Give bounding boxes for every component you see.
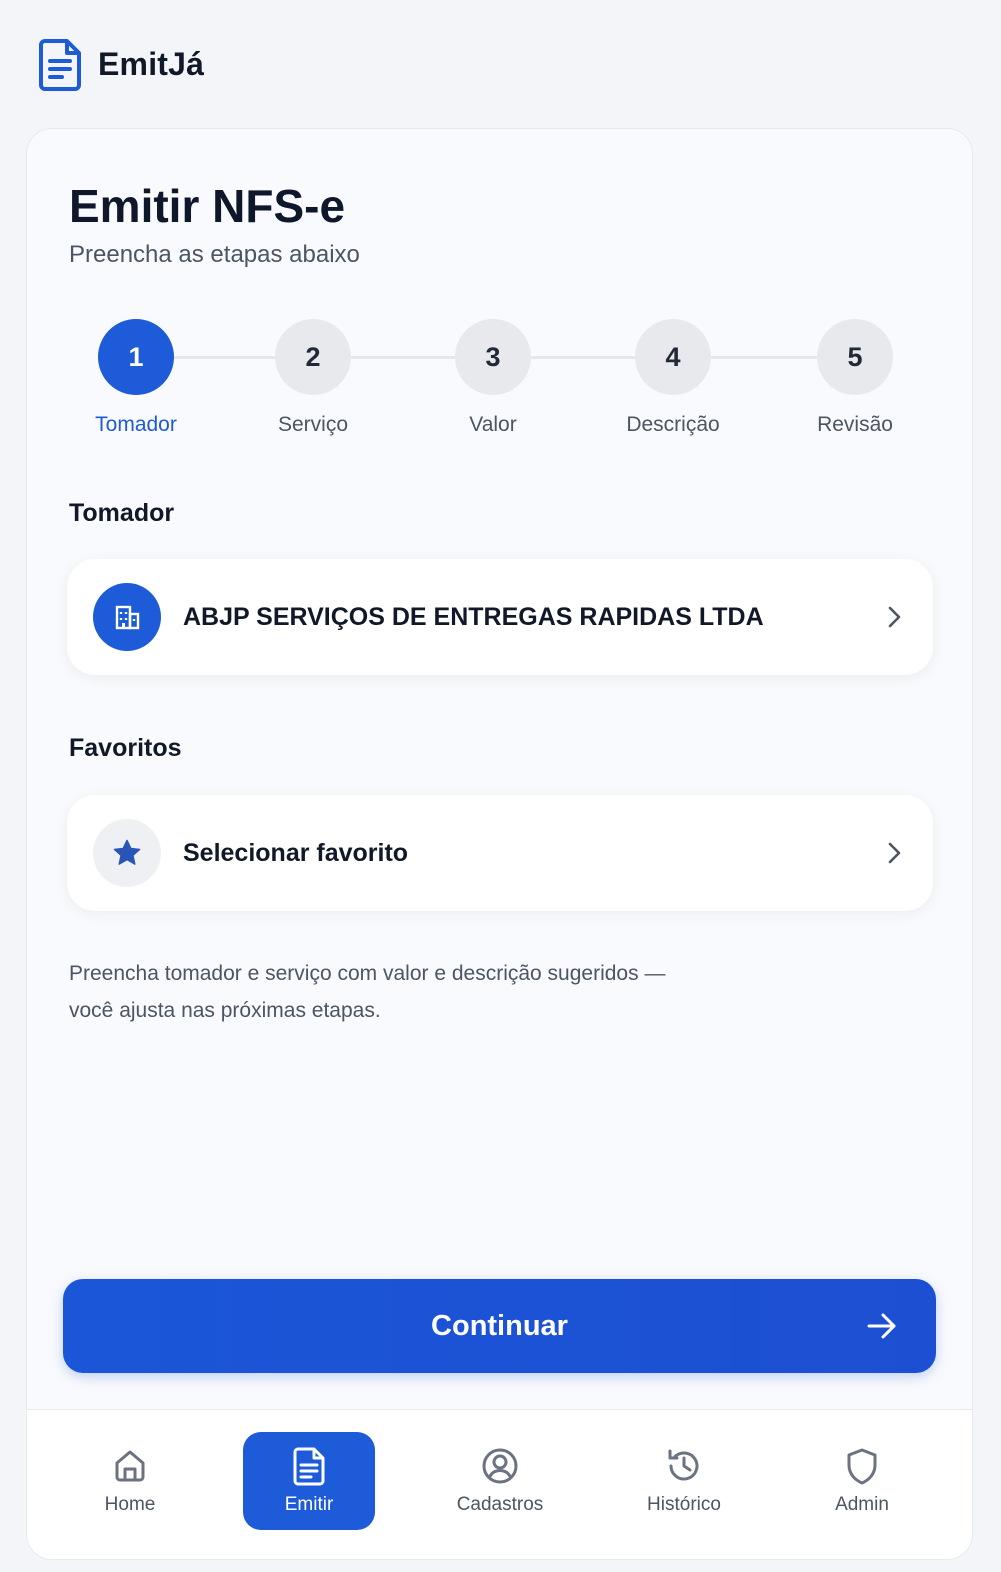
step-servico[interactable]: 2 Serviço [233, 319, 393, 437]
history-icon [664, 1446, 704, 1486]
nav-admin[interactable]: Admin [796, 1432, 928, 1530]
arrow-right-icon [866, 1312, 898, 1343]
continue-button[interactable]: Continuar [63, 1279, 936, 1373]
star-icon [93, 819, 161, 887]
tomador-select[interactable]: ABJP SERVIÇOS DE ENTREGAS RAPIDAS LTDA [67, 559, 933, 675]
favorito-select[interactable]: Selecionar favorito [67, 795, 933, 911]
nav-emitir[interactable]: Emitir [243, 1432, 375, 1530]
step-number: 5 [817, 319, 893, 395]
shield-icon [842, 1446, 882, 1486]
step-descricao[interactable]: 4 Descrição [593, 319, 753, 437]
home-icon [110, 1446, 150, 1486]
building-icon [93, 583, 161, 651]
nav-label: Admin [835, 1494, 889, 1515]
document-icon [289, 1446, 329, 1486]
hint-text: Preencha tomador e serviço com valor e d… [69, 955, 769, 1029]
app-name: EmitJá [98, 45, 205, 82]
step-tomador[interactable]: 1 Tomador [56, 319, 216, 437]
nav-label: Cadastros [456, 1494, 544, 1515]
nav-cadastros[interactable]: Cadastros [434, 1432, 566, 1530]
step-label: Serviço [277, 413, 349, 436]
continue-button-label: Continuar [431, 1309, 568, 1342]
step-number: 1 [98, 319, 174, 395]
step-number: 3 [455, 319, 531, 395]
step-number: 4 [635, 319, 711, 395]
bottom-nav: Home Emitir Cadastros Histórico Admin [27, 1409, 972, 1559]
step-number: 2 [275, 319, 351, 395]
hint-line-1: Preencha tomador e serviço com valor e d… [69, 962, 666, 985]
nav-home[interactable]: Home [64, 1432, 196, 1530]
document-icon [36, 36, 86, 92]
step-revisao[interactable]: 5 Revisão [775, 319, 935, 437]
nav-label: Histórico [647, 1494, 721, 1515]
page-title: Emitir NFS-e [69, 180, 346, 232]
step-label: Tomador [95, 413, 177, 436]
step-valor[interactable]: 3 Valor [413, 319, 573, 437]
tomador-name: ABJP SERVIÇOS DE ENTREGAS RAPIDAS LTDA [183, 602, 764, 631]
nav-label: Emitir [284, 1494, 334, 1515]
step-label: Descrição [626, 413, 720, 436]
step-label: Valor [469, 413, 517, 436]
hint-line-2: você ajusta nas próximas etapas. [69, 999, 381, 1022]
page-subtitle: Preencha as etapas abaixo [69, 241, 360, 268]
app-header: EmitJá [36, 36, 204, 92]
stepper: 1 Tomador 2 Serviço 3 Valor 4 Descrição … [27, 319, 972, 449]
tomador-section-label: Tomador [69, 499, 175, 527]
emit-card: Emitir NFS-e Preencha as etapas abaixo 1… [26, 128, 973, 1560]
nav-historico[interactable]: Histórico [618, 1432, 750, 1530]
nav-label: Home [104, 1494, 156, 1515]
step-label: Revisão [817, 413, 893, 436]
favoritos-section-label: Favoritos [69, 734, 182, 762]
chevron-right-icon [883, 841, 907, 865]
favorito-select-label: Selecionar favorito [183, 838, 409, 867]
chevron-right-icon [883, 605, 907, 629]
user-circle-icon [480, 1446, 520, 1486]
